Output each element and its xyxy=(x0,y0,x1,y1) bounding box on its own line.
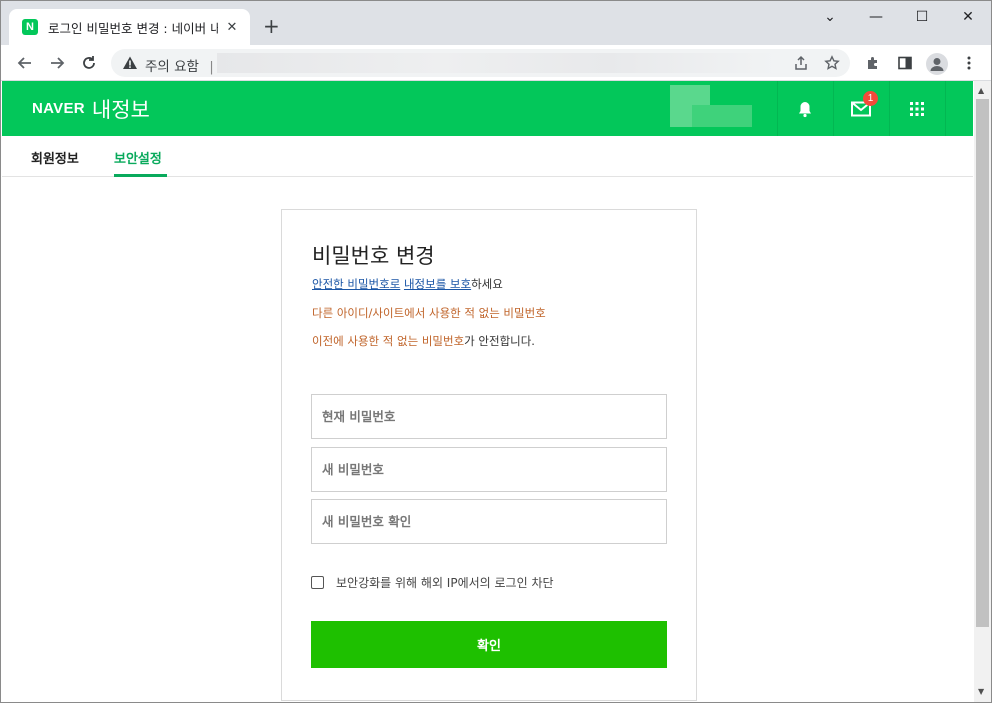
protect-info-link[interactable]: 내정보를 보호 xyxy=(404,277,471,291)
blurred-profile[interactable] xyxy=(670,85,752,127)
blurred-profile-block xyxy=(692,105,752,127)
share-icon[interactable] xyxy=(791,53,811,73)
maximize-button[interactable]: ☐ xyxy=(899,1,945,33)
extensions-puzzle-icon[interactable] xyxy=(863,53,883,73)
side-panel-icon[interactable] xyxy=(895,53,915,73)
mail-button[interactable] xyxy=(833,81,889,136)
header-divider xyxy=(945,81,946,136)
security-warning-text: 주의 요함 | xyxy=(145,55,214,75)
tab-security-settings[interactable]: 보안설정 xyxy=(114,148,162,167)
scroll-up-arrow-icon[interactable]: ▲ xyxy=(978,86,984,95)
naver-favicon-icon: N xyxy=(22,19,38,35)
tab-search-dropdown-icon[interactable]: ⌄ xyxy=(807,1,853,33)
warning-text-2-suffix: 가 안전합니다. xyxy=(464,334,535,348)
warning-text-1: 다른 아이디/사이트에서 사용한 적 없는 비밀번호 xyxy=(312,306,546,320)
close-window-button[interactable]: ✕ xyxy=(945,1,991,33)
naver-logo[interactable]: NAVER 내정보 xyxy=(32,81,150,136)
secure-password-link[interactable]: 안전한 비밀번호로 xyxy=(312,277,400,291)
forward-arrow-icon[interactable] xyxy=(45,51,69,75)
confirm-new-password-input[interactable] xyxy=(311,499,667,544)
profile-avatar-icon[interactable] xyxy=(926,53,948,75)
description-text: 안전한 비밀번호로 내정보를 보호하세요 xyxy=(312,276,503,292)
security-warning-label: 주의 요함 xyxy=(145,59,199,75)
warning-triangle-icon[interactable] xyxy=(122,55,138,71)
warning-text-2-main: 이전에 사용한 적 없는 비밀번호 xyxy=(312,334,465,348)
notification-button[interactable] xyxy=(777,81,833,136)
apps-grid-icon xyxy=(910,101,924,116)
blurred-url[interactable] xyxy=(217,53,777,73)
block-foreign-ip-checkbox[interactable] xyxy=(311,576,324,589)
bookmark-star-icon[interactable] xyxy=(822,53,842,73)
browser-window: N 로그인 비밀번호 변경 : 네이버 내정보 ✕ + ⌄ — ☐ ✕ 주의 요… xyxy=(0,0,992,703)
browser-toolbar: 주의 요함 | xyxy=(1,45,991,81)
page-scrollbar[interactable]: ▲ ▼ xyxy=(974,81,991,702)
url-separator: | xyxy=(209,59,214,75)
tab-close-icon[interactable]: ✕ xyxy=(224,20,240,35)
reload-icon[interactable] xyxy=(77,51,101,75)
naver-header: NAVER 내정보 xyxy=(2,81,973,136)
warning-text-2: 이전에 사용한 적 없는 비밀번호가 안전합니다. xyxy=(312,333,535,349)
current-password-input[interactable] xyxy=(311,394,667,439)
apps-button[interactable] xyxy=(889,81,945,136)
mail-count-badge: 1 xyxy=(863,91,878,106)
scroll-down-arrow-icon[interactable]: ▼ xyxy=(978,687,984,696)
menu-kebab-icon[interactable] xyxy=(959,53,979,73)
minimize-button[interactable]: — xyxy=(853,1,899,33)
page-title: 비밀번호 변경 xyxy=(312,244,435,268)
logo-title: 내정보 xyxy=(91,97,150,122)
address-bar[interactable]: 주의 요함 | xyxy=(111,49,850,77)
logo-brand: NAVER xyxy=(32,100,85,117)
confirm-button[interactable]: 확인 xyxy=(311,621,667,668)
password-change-card: 비밀번호 변경 안전한 비밀번호로 내정보를 보호하세요 다른 아이디/사이트에… xyxy=(281,209,697,701)
browser-tab[interactable]: N 로그인 비밀번호 변경 : 네이버 내정보 ✕ xyxy=(9,9,250,45)
tab-strip: N 로그인 비밀번호 변경 : 네이버 내정보 ✕ + ⌄ — ☐ ✕ xyxy=(1,1,991,45)
bell-icon xyxy=(799,101,811,117)
tab-title: 로그인 비밀번호 변경 : 네이버 내정보 xyxy=(48,20,218,36)
sub-navigation: 회원정보 보안설정 xyxy=(2,136,973,177)
tab-member-info[interactable]: 회원정보 xyxy=(31,148,79,167)
new-tab-button[interactable]: + xyxy=(263,16,280,36)
block-foreign-ip-option[interactable]: 보안강화를 위해 해외 IP에서의 로그인 차단 xyxy=(311,574,554,591)
new-password-input[interactable] xyxy=(311,447,667,492)
block-foreign-ip-label[interactable]: 보안강화를 위해 해외 IP에서의 로그인 차단 xyxy=(336,574,554,591)
description-suffix: 하세요 xyxy=(471,277,503,291)
back-arrow-icon[interactable] xyxy=(13,51,37,75)
scrollbar-thumb[interactable] xyxy=(976,99,989,627)
